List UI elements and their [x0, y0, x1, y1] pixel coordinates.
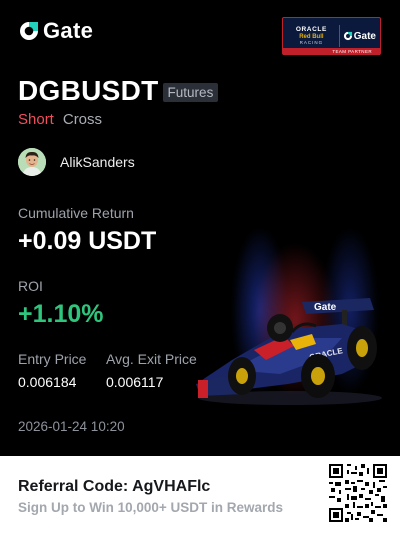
referral-promo: Sign Up to Win 10,000+ USDT in Rewards: [18, 500, 284, 515]
partner-racing-text: RACING: [299, 40, 324, 45]
partner-oracle-text: ORACLE: [295, 25, 327, 33]
partner-footer-text: TEAM PARTNER: [283, 48, 380, 55]
username: AlikSanders: [60, 154, 135, 170]
avatar-icon: [18, 148, 46, 176]
trading-pair: DGBUSDT Futures: [18, 75, 219, 107]
team-partner-badge: ORACLE Red Bull RACING Gate TEAM PARTNER: [282, 17, 381, 55]
entry-price-value: 0.006184: [18, 374, 77, 390]
gate-logo-icon: [20, 22, 38, 40]
market-type-badge: Futures: [162, 82, 219, 102]
gate-logo-small-icon: [343, 31, 352, 41]
position-info: Short Cross: [18, 111, 102, 128]
referral-footer: Referral Code: AgVHAFlc Sign Up to Win 1…: [0, 456, 400, 533]
roi-value: +1.10%: [18, 300, 104, 328]
qr-code-icon[interactable]: [329, 464, 387, 522]
user-info: AlikSanders: [18, 148, 135, 176]
pair-symbol: DGBUSDT: [18, 75, 159, 106]
oracle-redbull-logo: ORACLE Red Bull RACING: [287, 25, 336, 46]
pnl-share-card: Gate ORACLE Red Bull RACING Gate TEAM PA…: [0, 0, 400, 533]
entry-price-label: Entry Price: [18, 351, 87, 367]
exit-price-value: 0.006117: [106, 374, 164, 390]
timestamp: 2026-01-24 10:20: [18, 419, 125, 434]
car-gate-text: Gate: [314, 302, 337, 313]
user-avatar: [18, 148, 46, 176]
exit-price-label: Avg. Exit Price: [106, 351, 197, 367]
cumulative-return-value: +0.09 USDT: [18, 227, 157, 255]
cumulative-return-label: Cumulative Return: [18, 205, 134, 221]
margin-mode: Cross: [62, 111, 103, 128]
f1-car-image: Gate ORACLE: [196, 298, 382, 405]
partner-gate-logo: Gate: [343, 31, 376, 42]
position-side: Short: [18, 111, 54, 128]
referral-code: Referral Code: AgVHAFlc: [18, 478, 211, 495]
partner-divider: [338, 25, 340, 47]
roi-label: ROI: [18, 278, 43, 294]
partner-gate-text: Gate: [353, 30, 376, 42]
brand-name: Gate: [43, 18, 94, 43]
gate-logo: Gate: [18, 18, 93, 44]
